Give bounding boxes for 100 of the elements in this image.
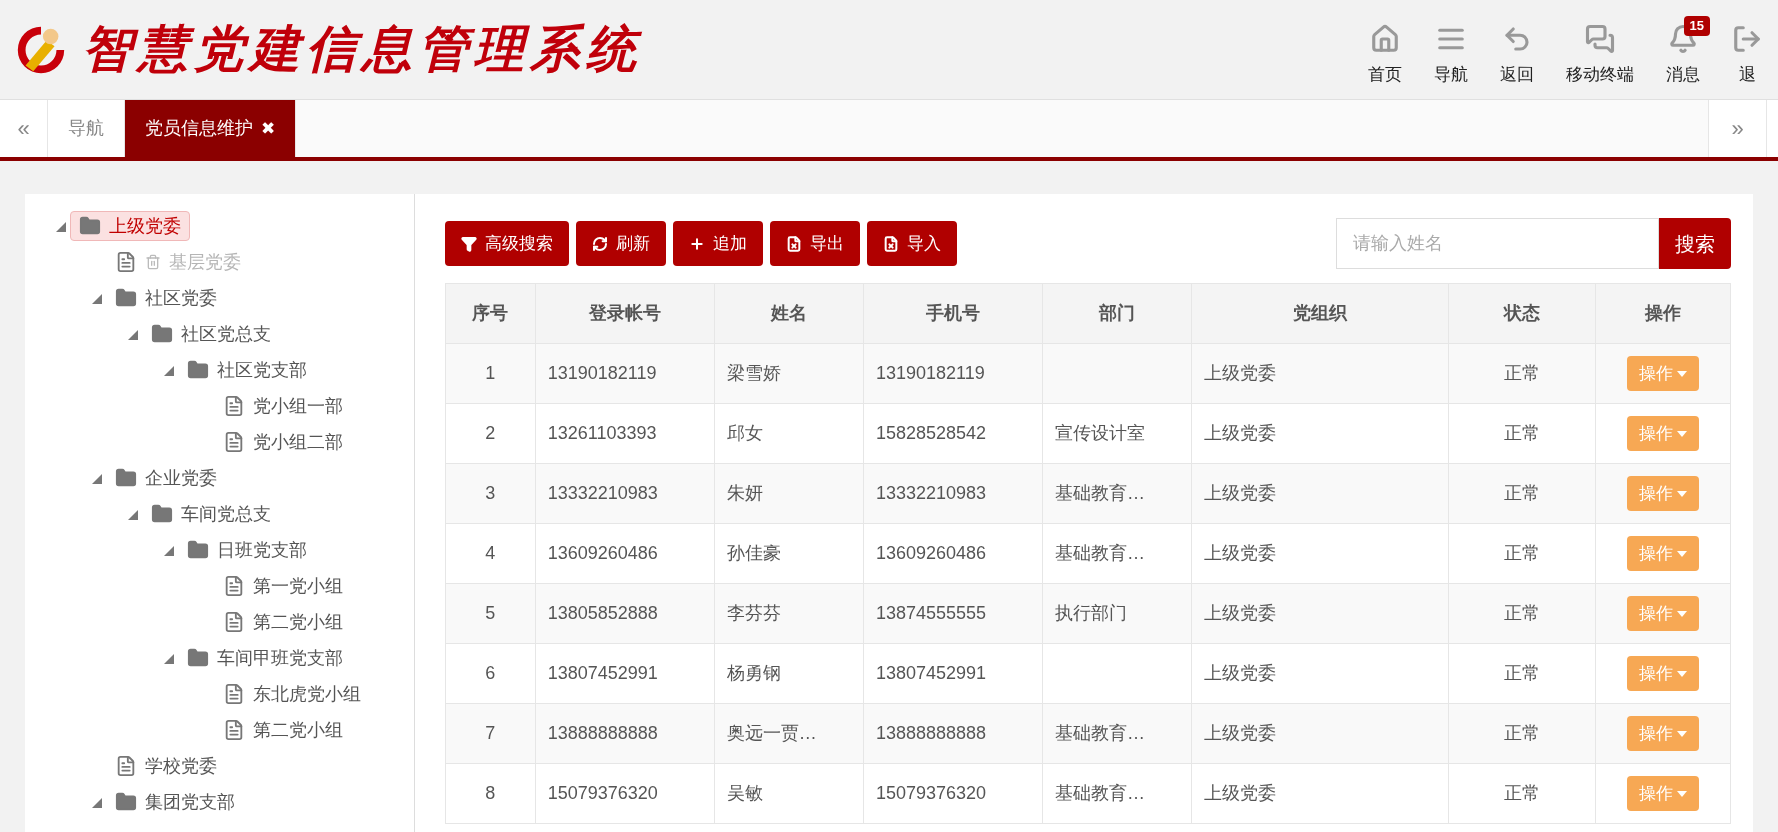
table-cell: 吴敏 xyxy=(714,763,864,824)
table-cell: 2 xyxy=(445,403,536,464)
expanded-triangle-icon[interactable] xyxy=(162,652,174,664)
header-nav-button[interactable]: 退 xyxy=(1716,13,1778,99)
tree-node[interactable]: 车间党总支 xyxy=(142,499,280,529)
column-header: 手机号 xyxy=(863,283,1043,344)
header-nav-button[interactable]: 导航 xyxy=(1418,13,1484,99)
table-cell: 正常 xyxy=(1448,523,1596,584)
table-cell: 正常 xyxy=(1448,463,1596,524)
folder-icon xyxy=(115,467,137,489)
table-cell: 8 xyxy=(445,763,536,824)
tree-node[interactable]: 社区党总支 xyxy=(142,319,280,349)
table-cell: 正常 xyxy=(1448,583,1596,644)
tree-node[interactable]: 社区党支部 xyxy=(178,355,316,385)
table-cell: 15079376320 xyxy=(535,763,715,824)
table-cell: 正常 xyxy=(1448,763,1596,824)
expanded-triangle-icon[interactable] xyxy=(90,292,102,304)
folder-icon xyxy=(187,647,209,669)
toolbar-button[interactable]: 导出 xyxy=(770,221,860,266)
header-nav-button[interactable]: 返回 xyxy=(1484,13,1550,99)
tab[interactable]: 导航 xyxy=(48,100,125,157)
header-nav-button[interactable]: 移动终端 xyxy=(1550,13,1650,99)
document-icon xyxy=(223,395,245,417)
spreadsheet-file-icon xyxy=(883,235,899,252)
table-cell: 1 xyxy=(445,343,536,404)
folder-icon xyxy=(79,215,101,237)
table-cell: 上级党委 xyxy=(1191,403,1449,464)
table-cell: 邱女 xyxy=(714,403,864,464)
table-cell: 上级党委 xyxy=(1191,523,1449,584)
table-cell: 宣传设计室 xyxy=(1042,403,1192,464)
expanded-triangle-icon[interactable] xyxy=(90,796,102,808)
table-cell: 13888888888 xyxy=(535,703,715,764)
table-cell: 13609260486 xyxy=(863,523,1043,584)
column-header: 序号 xyxy=(445,283,536,344)
app-title: 智慧党建信息管理系统 xyxy=(82,20,642,79)
tree-node[interactable]: 第二党小组 xyxy=(214,607,352,637)
tree-node[interactable]: 党小组二部 xyxy=(214,427,352,457)
tree-node[interactable]: 企业党委 xyxy=(106,463,226,493)
tree-node[interactable]: 学校党委 xyxy=(106,751,226,781)
document-icon xyxy=(223,719,245,741)
caret-icon xyxy=(1677,550,1687,557)
table-cell: 梁雪娇 xyxy=(714,343,864,404)
table-cell: 13874555555 xyxy=(863,583,1043,644)
column-header: 登录帐号 xyxy=(535,283,715,344)
column-header: 党组织 xyxy=(1191,283,1449,344)
document-icon xyxy=(223,431,245,453)
tree-node[interactable]: 日班党支部 xyxy=(178,535,316,565)
chat-bubbles-icon xyxy=(1585,24,1615,55)
document-icon xyxy=(115,251,137,273)
expanded-triangle-icon[interactable] xyxy=(126,328,138,340)
header-nav-button[interactable]: 首页 xyxy=(1352,13,1418,99)
tree-node[interactable]: 第二党小组 xyxy=(214,715,352,745)
column-header: 状态 xyxy=(1448,283,1596,344)
table-cell: 孙佳豪 xyxy=(714,523,864,584)
expanded-triangle-icon[interactable] xyxy=(162,364,174,376)
expanded-triangle-icon[interactable] xyxy=(162,544,174,556)
toolbar-button[interactable]: 高级搜索 xyxy=(445,221,569,266)
search-button[interactable]: 搜索 xyxy=(1659,218,1731,269)
tree-node[interactable]: 集团党支部 xyxy=(106,787,244,817)
caret-icon xyxy=(1677,730,1687,737)
table-cell: 上级党委 xyxy=(1191,463,1449,524)
name-search-field[interactable]: 请输入姓名 xyxy=(1336,218,1659,269)
table-cell: 基础教育… xyxy=(1042,523,1192,584)
expanded-triangle-icon[interactable] xyxy=(54,220,66,232)
caret-icon xyxy=(1677,670,1687,677)
header-nav-button[interactable]: 消息 15 xyxy=(1650,13,1716,99)
caret-icon xyxy=(1677,430,1687,437)
tree-node[interactable]: 车间甲班党支部 xyxy=(178,643,352,673)
table-cell: 4 xyxy=(445,523,536,584)
folder-icon xyxy=(187,359,209,381)
filter-icon xyxy=(461,235,477,252)
table-cell: 奥远一贾… xyxy=(714,703,864,764)
expanded-triangle-icon[interactable] xyxy=(126,508,138,520)
column-header: 部门 xyxy=(1042,283,1192,344)
table-cell: 上级党委 xyxy=(1191,583,1449,644)
table-cell: 基础教育… xyxy=(1042,703,1192,764)
table-cell: 上级党委 xyxy=(1191,343,1449,404)
tree-node[interactable]: 党小组一部 xyxy=(214,391,352,421)
tree-node[interactable]: 社区党委 xyxy=(106,283,226,313)
tree-node[interactable]: 东北虎党小组 xyxy=(214,679,370,709)
tree-node[interactable]: 第一党小组 xyxy=(214,571,352,601)
table-cell: 13190182119 xyxy=(535,343,715,404)
scroll-left-button[interactable]: « xyxy=(0,100,48,157)
toolbar-button[interactable]: 追加 xyxy=(673,221,763,266)
table-cell: 杨勇钢 xyxy=(714,643,864,704)
expanded-triangle-icon[interactable] xyxy=(90,472,102,484)
scroll-right-button[interactable]: » xyxy=(1708,100,1766,157)
table-cell: 上级党委 xyxy=(1191,643,1449,704)
exit-icon xyxy=(1732,24,1762,55)
tab[interactable]: 党员信息维护 ✖ xyxy=(125,100,296,157)
folder-icon xyxy=(115,287,137,309)
toolbar-button[interactable]: 刷新 xyxy=(576,221,666,266)
table-cell: 基础教育… xyxy=(1042,463,1192,524)
table-cell: 正常 xyxy=(1448,343,1596,404)
caret-icon xyxy=(1677,610,1687,617)
toolbar-button[interactable]: 导入 xyxy=(867,221,957,266)
table-cell: 13609260486 xyxy=(535,523,715,584)
table-cell: 13261103393 xyxy=(535,403,715,464)
tree-node[interactable]: 上级党委 xyxy=(70,211,190,241)
table-cell: 执行部门 xyxy=(1042,583,1192,644)
